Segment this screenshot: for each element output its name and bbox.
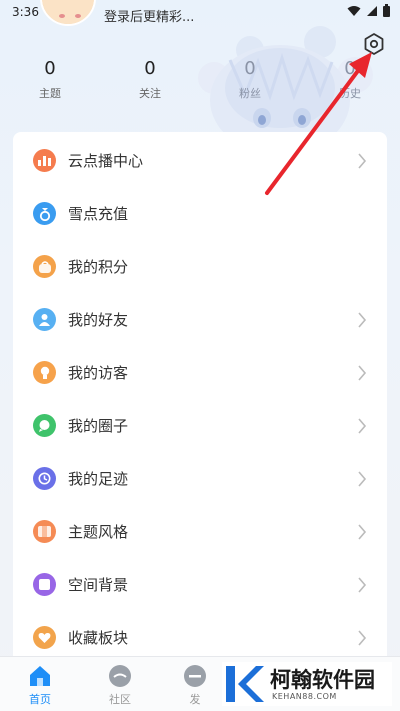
stat-value: 0: [344, 58, 356, 79]
stat-history[interactable]: 0 历史: [300, 58, 400, 108]
menu-item-vod-center[interactable]: 云点播中心: [13, 134, 387, 187]
status-icons: [347, 4, 390, 17]
stat-label: 粉丝: [239, 87, 261, 100]
settings-hexagon-icon: [364, 33, 384, 55]
login-prompt[interactable]: 登录后更精彩...: [104, 6, 194, 25]
menu-item-recharge[interactable]: 雪点充值: [13, 187, 387, 240]
chevron-right-icon: [358, 364, 367, 381]
stat-value: 0: [44, 58, 56, 79]
community-icon: [109, 665, 131, 687]
publish-icon: [184, 665, 206, 687]
signal-icon: [367, 5, 377, 16]
nav-tab-community[interactable]: 社区: [90, 663, 150, 707]
menu-item-space-background[interactable]: 空间背景: [13, 558, 387, 611]
menu-item-label: 雪点充值: [68, 205, 129, 223]
menu-item-footprints[interactable]: 我的足迹: [13, 452, 387, 505]
palette-icon: [33, 520, 56, 543]
heart-icon: [33, 626, 56, 649]
bag-icon: [33, 255, 56, 278]
menu-item-label: 我的访客: [68, 364, 129, 382]
lightbulb-icon: [33, 361, 56, 384]
bar-chart-icon: [33, 149, 56, 172]
stat-value: 0: [144, 58, 156, 79]
nav-label: 首页: [29, 693, 51, 706]
watermark: 柯翰软件园 KEHAN88.COM: [222, 662, 392, 706]
watermark-domain: KEHAN88.COM: [272, 692, 337, 701]
menu-item-label: 云点播中心: [68, 152, 144, 170]
status-time: 3:36: [12, 5, 39, 19]
watermark-title: 柯翰软件园: [270, 668, 375, 692]
chevron-right-icon: [358, 152, 367, 169]
nav-tab-publish[interactable]: 发: [165, 663, 225, 707]
stat-value: 0: [244, 58, 256, 79]
square-icon: [33, 573, 56, 596]
chevron-right-icon: [358, 311, 367, 328]
chevron-right-icon: [358, 523, 367, 540]
stat-fans[interactable]: 0 粉丝: [200, 58, 300, 108]
clock-icon: [33, 467, 56, 490]
menu-item-visitors[interactable]: 我的访客: [13, 346, 387, 399]
stats-row: 0 主题 0 关注 0 粉丝 0 历史: [0, 58, 400, 108]
stat-label: 关注: [139, 87, 161, 100]
menu-item-label: 我的足迹: [68, 470, 129, 488]
stat-label: 历史: [339, 87, 361, 100]
menu-item-label: 我的圈子: [68, 417, 129, 435]
diamond-icon: [33, 202, 56, 225]
stat-label: 主题: [39, 87, 61, 100]
home-icon: [30, 666, 50, 686]
chat-bubble-icon: [33, 414, 56, 437]
nav-tab-home[interactable]: 首页: [10, 663, 70, 707]
settings-button[interactable]: [362, 32, 386, 56]
menu-item-label: 收藏板块: [68, 629, 129, 647]
wifi-icon: [347, 5, 361, 16]
menu-item-label: 我的积分: [68, 258, 129, 276]
menu-item-label: 空间背景: [68, 576, 129, 594]
menu-item-label: 我的好友: [68, 311, 129, 329]
menu-item-circles[interactable]: 我的圈子: [13, 399, 387, 452]
stat-following[interactable]: 0 关注: [100, 58, 200, 108]
chevron-right-icon: [358, 629, 367, 646]
menu-item-friends[interactable]: 我的好友: [13, 293, 387, 346]
battery-icon: [383, 4, 390, 17]
menu-item-points[interactable]: 我的积分: [13, 240, 387, 293]
nav-label: 社区: [109, 693, 131, 706]
menu-card: 云点播中心 雪点充值 我的积分 我的好友 我的访客 我的圈子 我的足迹 主题风格…: [13, 132, 387, 672]
menu-item-label: 主题风格: [68, 523, 129, 541]
menu-item-theme-style[interactable]: 主题风格: [13, 505, 387, 558]
kehan-logo-icon: [226, 666, 264, 702]
user-icon: [33, 308, 56, 331]
chevron-right-icon: [358, 417, 367, 434]
chevron-right-icon: [358, 470, 367, 487]
chevron-right-icon: [358, 576, 367, 593]
nav-label: 发: [189, 693, 201, 706]
stat-topics[interactable]: 0 主题: [0, 58, 100, 108]
